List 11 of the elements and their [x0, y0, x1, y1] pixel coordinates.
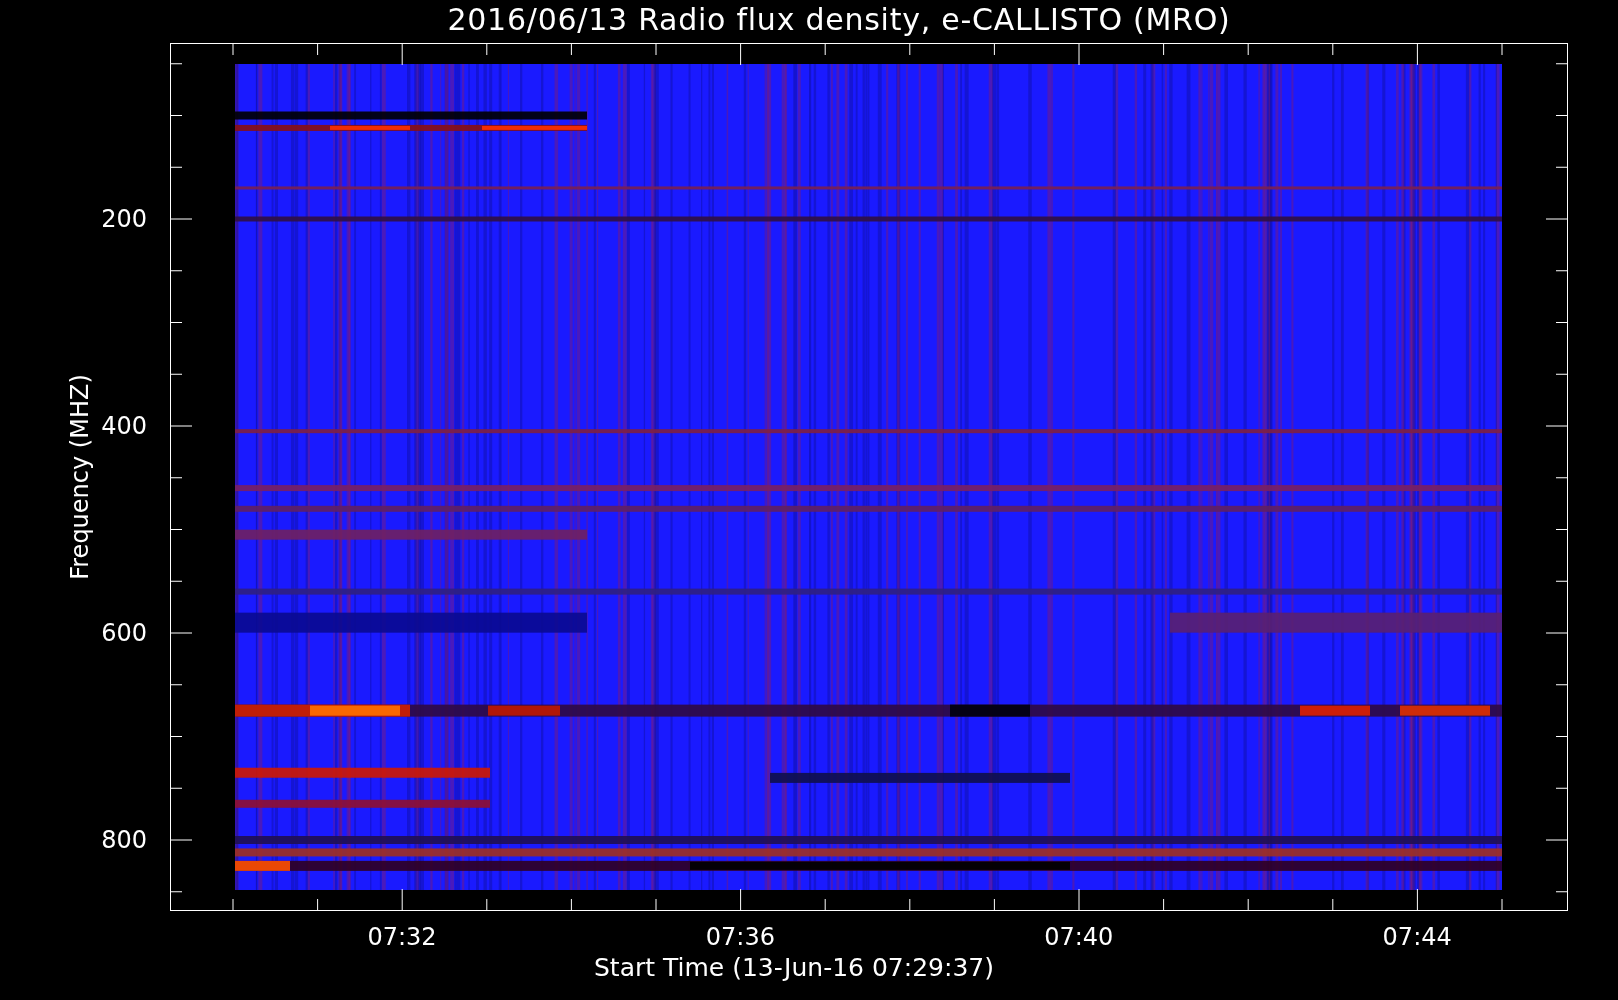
- x-tick-label: 07:32: [366, 923, 438, 951]
- x-tick-label: 07:44: [1381, 923, 1453, 951]
- y-tick-label: 200: [101, 205, 148, 233]
- x-tick-label: 07:40: [1043, 923, 1115, 951]
- x-tick-label: 07:36: [704, 923, 776, 951]
- y-tick-label: 800: [101, 826, 148, 854]
- y-tick-label: 400: [101, 412, 148, 440]
- y-tick-label: 600: [101, 619, 148, 647]
- chart-title: 2016/06/13 Radio flux density, e-CALLISTO (MRO): [447, 1, 1231, 39]
- x-axis-label: Start Time (13-Jun-16 07:29:37): [594, 953, 994, 983]
- y-axis-label: Frequency (MHZ): [65, 374, 95, 580]
